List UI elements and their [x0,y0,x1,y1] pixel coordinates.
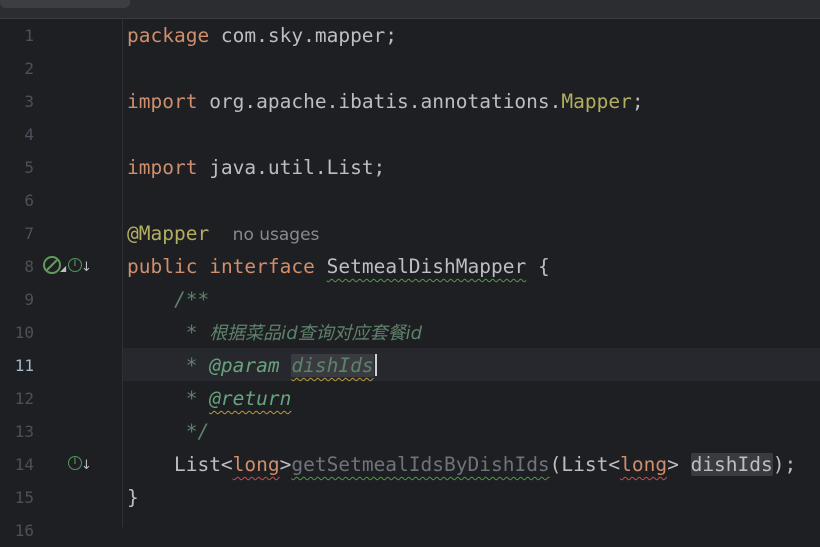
editor-tab[interactable] [0,0,130,8]
code-line: } [127,481,139,514]
type-list: List< [173,453,233,476]
annotation[interactable]: @Mapper [127,222,209,245]
javadoc-star: * [185,354,210,377]
keyword: public [127,255,198,278]
semicolon: ; [631,90,644,113]
text-caret [374,354,377,376]
closing-brace: } [127,486,139,509]
generic-close: > [667,453,691,476]
line-number: 6 [24,191,34,210]
code-line: /** [127,283,209,316]
code-line: * @return [127,382,292,415]
line-number: 16 [14,521,34,540]
javadoc-start: /** [173,288,210,311]
javadoc-param-tag: @param [209,354,280,377]
keyword: package [127,24,210,47]
code-line: package com.sky.mapper; [127,19,397,52]
generic-close: > [279,453,292,476]
keyword: import [127,156,198,179]
code-line: public interface SetmealDishMapper { [127,250,550,283]
type-long[interactable]: long [620,453,667,476]
code-line: List<long>getSetmealIdsByDishIds(List<lo… [127,448,796,481]
line-number: 4 [24,125,34,144]
javadoc-return-tag[interactable]: @return [209,387,291,410]
import-class[interactable]: Mapper [561,90,631,113]
code-line-current: * @param dishIds [127,349,377,382]
keyword: import [127,90,198,113]
editor-tab-bar [0,0,820,19]
code-line: */ [127,415,209,448]
code-line: import java.util.List; [127,151,385,184]
statement-end: ); [772,453,797,476]
interface-name[interactable]: SetmealDishMapper [327,255,527,278]
javadoc-param-name[interactable]: dishIds [291,354,374,377]
method-name[interactable]: getSetmealIdsByDishIds [291,453,549,476]
usages-hint[interactable]: no usages [233,225,320,245]
javadoc-text: 根据菜品id查询对应套餐id [209,323,423,344]
code-line: @Mapper no usages [127,217,319,250]
javadoc-star: * [185,321,210,344]
param-name[interactable]: dishIds [690,453,773,476]
code-line: import org.apache.ibatis.annotations.Map… [127,85,644,118]
type-long[interactable]: long [233,453,280,476]
import-path: java.util.List; [197,156,386,179]
line-number: 2 [24,59,34,78]
code-line: * 根据菜品id查询对应套餐id [127,316,422,349]
param-type: (List< [549,453,621,476]
javadoc-star: * [185,387,210,410]
keyword: interface [209,255,315,278]
javadoc-end: */ [185,420,210,443]
import-path: org.apache.ibatis.annotations. [197,90,562,113]
brace: { [526,255,550,278]
package-name: com.sky.mapper; [209,24,398,47]
